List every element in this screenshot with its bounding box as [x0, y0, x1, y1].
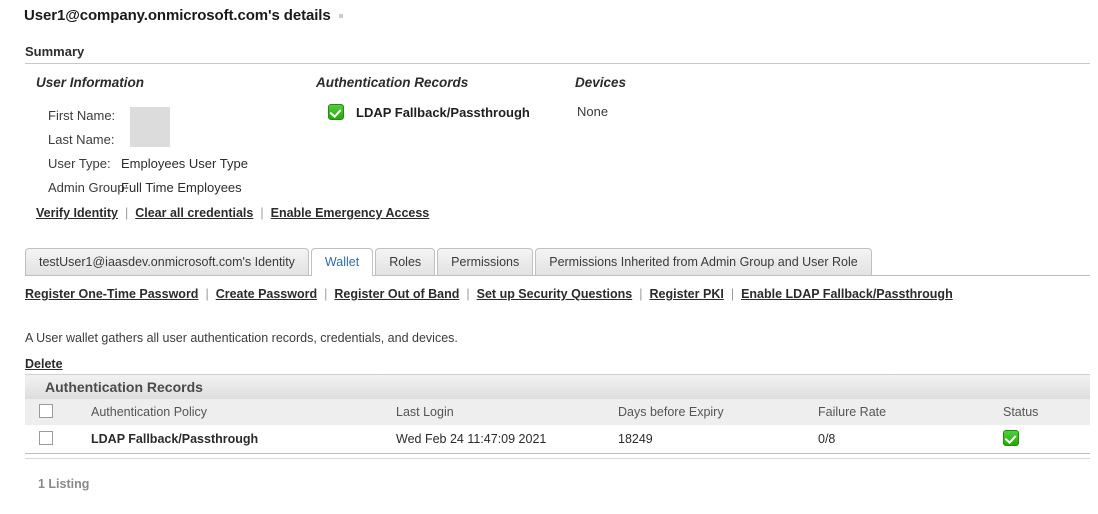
- wallet-action-links: Register One-Time Password | Create Passwo…: [25, 287, 953, 301]
- row-status: [1003, 425, 1090, 453]
- verify-identity-link[interactable]: Verify Identity: [36, 206, 118, 220]
- admin-group-label: Admin Group:: [48, 180, 129, 195]
- devices-heading: Devices: [575, 75, 627, 90]
- authentication-record-label: LDAP Fallback/Passthrough: [356, 104, 530, 120]
- title-marker-dot: [338, 14, 343, 18]
- header-authentication-policy: Authentication Policy: [91, 399, 396, 425]
- authentication-record-item: LDAP Fallback/Passthrough: [316, 104, 566, 120]
- page-title: User1@company.onmicrosoft.com's details: [24, 7, 343, 24]
- link-separator: |: [466, 287, 470, 301]
- green-check-icon: [328, 104, 344, 120]
- first-name-label: First Name:: [48, 108, 116, 123]
- summary-heading: Summary: [25, 44, 85, 59]
- user-info-row-first-name: First Name:: [36, 104, 316, 128]
- tab-permissions-inherited[interactable]: Permissions Inherited from Admin Group a…: [535, 248, 872, 275]
- link-separator: |: [639, 287, 643, 301]
- register-pki-link[interactable]: Register PKI: [649, 287, 723, 301]
- tab-wallet[interactable]: Wallet: [310, 248, 374, 276]
- devices-value: None: [577, 104, 609, 119]
- select-all-checkbox[interactable]: [39, 403, 53, 418]
- name-redacted-placeholder: [130, 107, 170, 147]
- link-separator: |: [260, 206, 264, 220]
- authentication-records-summary-section: Authentication Records LDAP Fallback/Pas…: [316, 75, 566, 120]
- row-select-cell: [25, 425, 91, 453]
- header-status: Status: [1003, 399, 1090, 425]
- records-table: Authentication Policy Last Login Days be…: [25, 399, 1090, 453]
- row-checkbox[interactable]: [39, 430, 53, 445]
- summary-divider: [25, 63, 1090, 64]
- header-days-before-expiry: Days before Expiry: [618, 399, 818, 425]
- header-select-all: [25, 399, 91, 425]
- user-info-row-user-type: User Type: Employees User Type: [36, 152, 316, 176]
- user-info-row-admin-group: Admin Group: Full Time Employees: [36, 176, 316, 200]
- link-separator: |: [324, 287, 328, 301]
- table-footer-rule: [25, 453, 1090, 459]
- link-separator: |: [205, 287, 209, 301]
- authentication-records-table: Authentication Records Authentication Po…: [25, 374, 1090, 459]
- user-information-section: User Information First Name: Last Name: …: [36, 75, 316, 200]
- tab-roles[interactable]: Roles: [375, 248, 436, 275]
- header-last-login: Last Login: [396, 399, 618, 425]
- row-authentication-policy: LDAP Fallback/Passthrough: [91, 425, 396, 453]
- set-up-security-questions-link[interactable]: Set up Security Questions: [477, 287, 633, 301]
- user-type-value: Employees User Type: [121, 156, 248, 171]
- authentication-records-heading: Authentication Records: [316, 75, 469, 90]
- create-password-link[interactable]: Create Password: [216, 287, 317, 301]
- header-failure-rate: Failure Rate: [818, 399, 1003, 425]
- table-header-row: Authentication Policy Last Login Days be…: [25, 399, 1090, 425]
- link-separator: |: [124, 206, 129, 220]
- table-head: Authentication Policy Last Login Days be…: [25, 399, 1090, 425]
- listing-count: 1 Listing: [38, 477, 90, 491]
- row-days-before-expiry: 18249: [618, 425, 818, 453]
- delete-link[interactable]: Delete: [25, 357, 63, 371]
- last-name-label: Last Name:: [48, 132, 115, 147]
- row-last-login: Wed Feb 24 11:47:09 2021: [396, 425, 618, 453]
- tab-permissions[interactable]: Permissions: [437, 248, 534, 275]
- delete-action: Delete: [25, 357, 63, 371]
- register-one-time-password-link[interactable]: Register One-Time Password: [25, 287, 198, 301]
- user-info-row-last-name: Last Name:: [36, 128, 316, 152]
- table-caption: Authentication Records: [25, 374, 1090, 399]
- user-type-label: User Type:: [48, 156, 111, 171]
- clear-all-credentials-link[interactable]: Clear all credentials: [135, 206, 253, 220]
- enable-ldap-fallback-passthrough-link[interactable]: Enable LDAP Fallback/Passthrough: [741, 287, 953, 301]
- wallet-description: A User wallet gathers all user authentic…: [25, 331, 458, 345]
- admin-group-value: Full Time Employees: [121, 180, 242, 195]
- wallet-tabbar: testUser1@iaasdev.onmicrosoft.com's Iden…: [25, 248, 1090, 276]
- link-separator: |: [730, 287, 735, 301]
- register-out-of-band-link[interactable]: Register Out of Band: [334, 287, 459, 301]
- table-row: LDAP Fallback/Passthrough Wed Feb 24 11:…: [25, 425, 1090, 453]
- page-title-text: User1@company.onmicrosoft.com's details: [24, 7, 331, 24]
- row-failure-rate: 0/8: [818, 425, 1003, 453]
- green-check-icon: [1003, 429, 1019, 446]
- table-body: LDAP Fallback/Passthrough Wed Feb 24 11:…: [25, 425, 1090, 453]
- user-information-actions: Verify Identity | Clear all credentials | En…: [36, 206, 429, 220]
- enable-emergency-access-link[interactable]: Enable Emergency Access: [271, 206, 430, 220]
- devices-section: Devices None: [575, 75, 775, 119]
- user-information-heading: User Information: [36, 75, 145, 90]
- tab-identity[interactable]: testUser1@iaasdev.onmicrosoft.com's Iden…: [25, 248, 309, 275]
